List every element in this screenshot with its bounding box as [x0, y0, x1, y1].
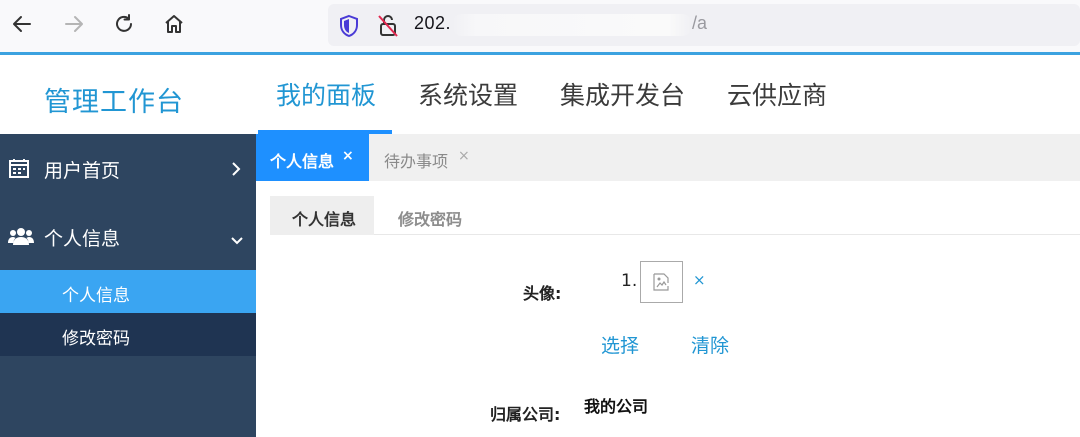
back-icon[interactable] [10, 12, 34, 36]
url-text-tail: /a [692, 13, 708, 33]
home-icon[interactable] [162, 12, 186, 36]
company-value: 我的公司 [584, 397, 649, 416]
avatar-label: 头像: [523, 284, 562, 303]
content-subtabs [270, 195, 1080, 235]
subtab-change-password[interactable]: 修改密码 [398, 206, 462, 230]
sidebar-item-personal-info[interactable]: 个人信息 [0, 202, 256, 270]
tabs-bar [256, 134, 1080, 181]
topnav-integration[interactable]: 集成开发台 [560, 76, 685, 112]
avatar-image[interactable] [640, 261, 683, 303]
sidebar-subitem-change-password[interactable]: 修改密码 [0, 313, 256, 356]
sidebar-subitem-personal-info[interactable]: 个人信息 [0, 270, 256, 313]
tab-personal-info[interactable]: 个人信息 × [256, 134, 369, 181]
avatar-index: 1. [621, 271, 638, 291]
tab-close-icon[interactable]: × [342, 148, 354, 164]
sidebar-item-user-home[interactable]: 用户首页 [0, 134, 256, 202]
sidebar-item-label: 用户首页 [44, 160, 121, 182]
sidebar-item-label: 个人信息 [44, 228, 121, 250]
insecure-lock-icon[interactable] [376, 13, 400, 43]
sidebar-subitem-label: 个人信息 [62, 286, 130, 306]
avatar-remove-button[interactable]: × [693, 271, 706, 289]
calendar-icon [8, 158, 30, 183]
clear-button[interactable]: 清除 [691, 331, 729, 358]
shield-icon[interactable] [338, 14, 360, 42]
tab-label: 个人信息 [270, 152, 335, 171]
reload-icon[interactable] [112, 12, 136, 36]
subtab-personal-info[interactable]: 个人信息 [270, 196, 374, 235]
users-icon [8, 226, 34, 251]
topnav-my-dashboard[interactable]: 我的面板 [276, 76, 376, 112]
chevron-down-icon [230, 230, 244, 252]
url-text: 202. [414, 13, 452, 33]
subtab-label: 个人信息 [292, 210, 357, 229]
topnav-cloud-vendor[interactable]: 云供应商 [727, 76, 827, 112]
tab-label: 待办事项 [384, 152, 449, 171]
forward-icon[interactable] [62, 12, 86, 36]
chevron-right-icon [230, 160, 242, 182]
topnav-system-settings[interactable]: 系统设置 [418, 76, 518, 112]
sidebar-subitem-label: 修改密码 [62, 329, 130, 349]
select-button[interactable]: 选择 [601, 331, 639, 358]
company-label: 归属公司: [490, 405, 561, 424]
tab-close-icon[interactable]: × [458, 148, 470, 164]
brand-title: 管理工作台 [44, 87, 184, 118]
url-redacted [452, 14, 692, 36]
tab-todo[interactable]: 待办事项 × [384, 148, 470, 172]
broken-image-icon [652, 273, 669, 291]
